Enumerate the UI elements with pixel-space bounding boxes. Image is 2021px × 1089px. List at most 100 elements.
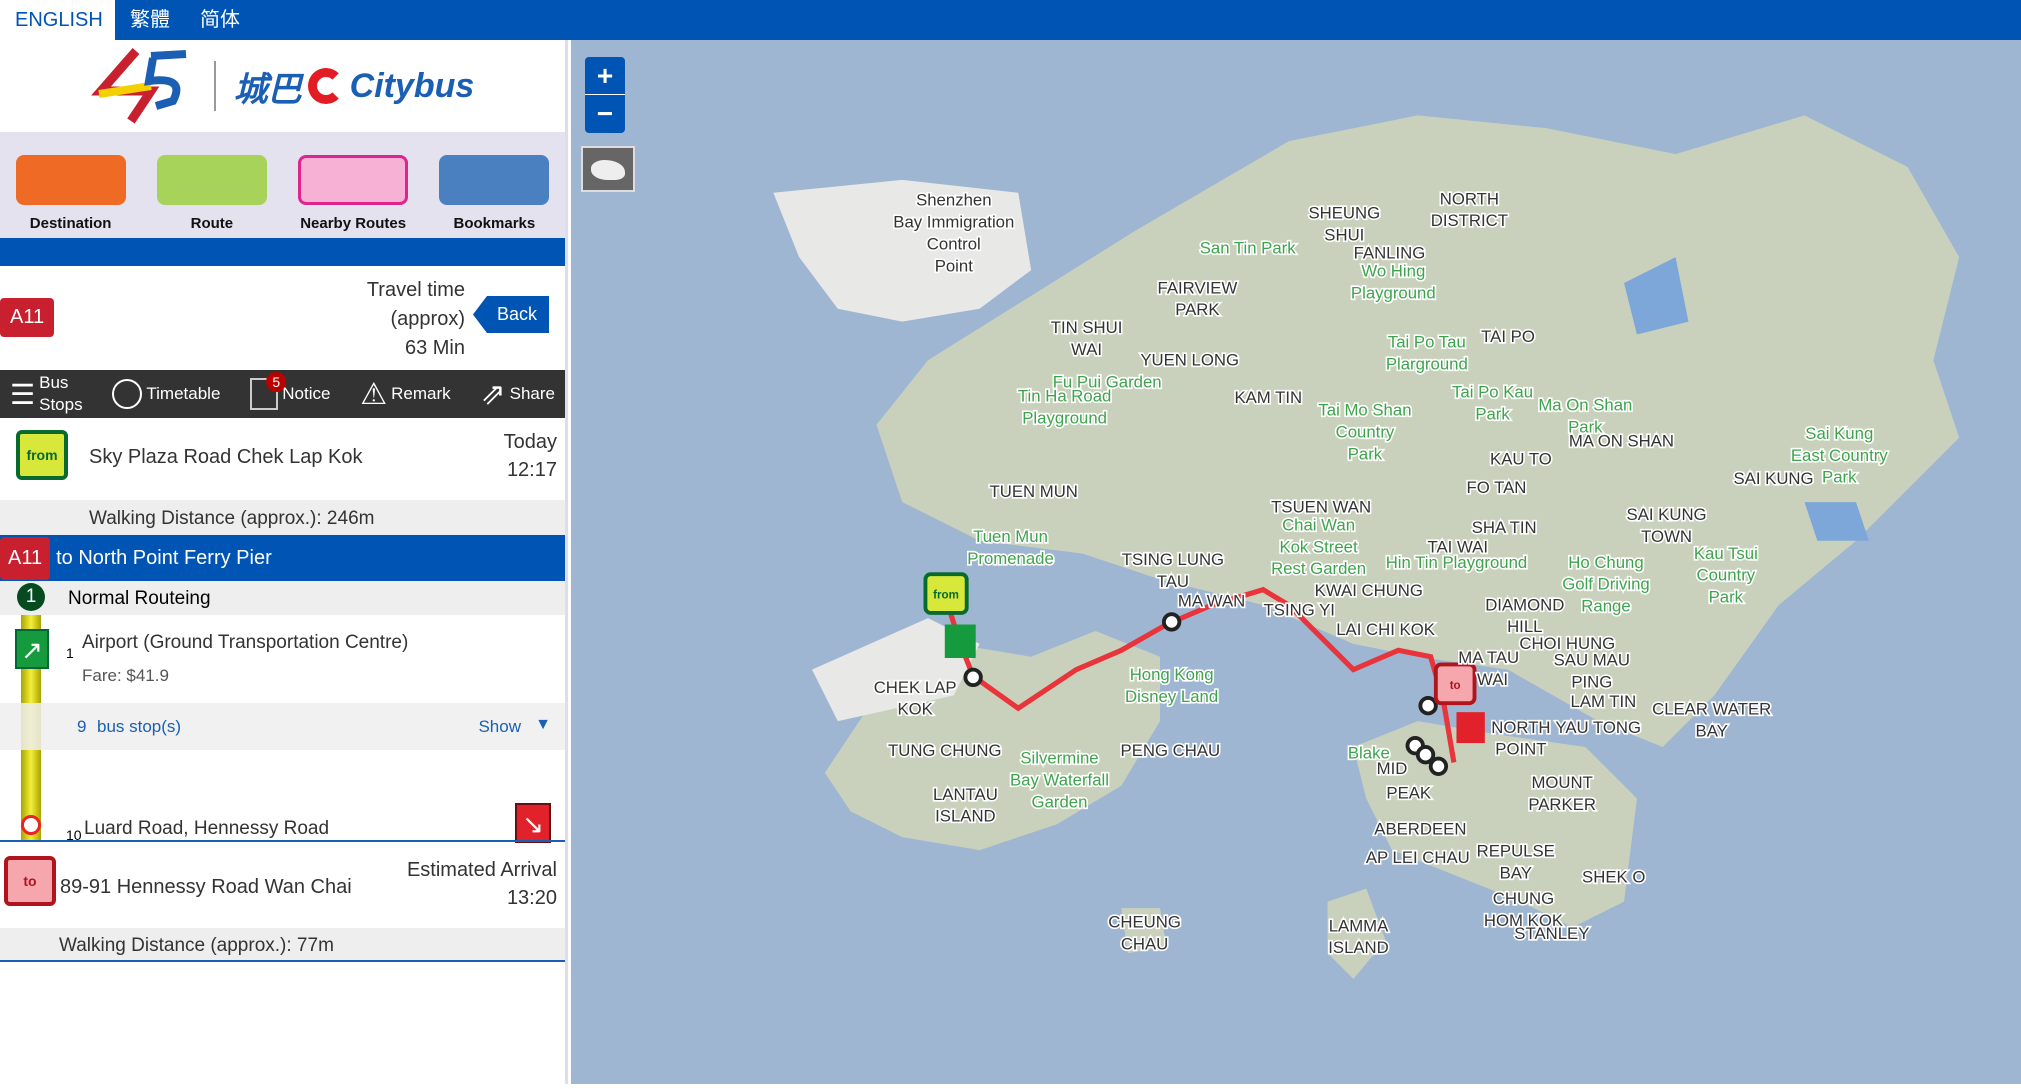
origin-row: from Sky Plaza Road Chek Lap Kok Today 12…	[0, 418, 565, 500]
travel-summary: A11 Travel time (approx) 63 Min Back	[0, 266, 565, 370]
map-place-label: REPULSE	[1477, 842, 1555, 861]
back-button[interactable]: Back	[472, 296, 549, 333]
nav-route[interactable]: Route	[147, 155, 277, 232]
map-place-label: Point	[935, 256, 974, 275]
stop-marker[interactable]	[1418, 696, 1438, 716]
to-marker-icon: to	[4, 856, 56, 906]
map-place-label: LAI CHI KOK	[1336, 620, 1435, 639]
map-park-label: Tai Mo Shan	[1318, 401, 1411, 420]
map-overview-button[interactable]	[581, 146, 635, 192]
map-place-label: STANLEY	[1514, 924, 1589, 943]
map-park-label: Ho Chung	[1568, 553, 1643, 572]
map-park-label: Sai Kung	[1805, 424, 1873, 443]
map-park-label: Park	[1709, 588, 1744, 607]
nav-bookmarks[interactable]: Bookmarks	[429, 155, 559, 232]
map-park-label: Kau Tsui	[1694, 544, 1758, 563]
board-arrow-icon: ↗	[15, 629, 49, 669]
map-place-label: Control	[927, 234, 981, 253]
map-park-label: Playground	[1351, 283, 1436, 302]
map-park-label: Hin Tin Playground	[1386, 553, 1528, 572]
departure-time: Today 12:17	[504, 428, 557, 484]
map-place-label: MOUNT	[1531, 773, 1592, 792]
map-place-label: WAI	[1071, 340, 1102, 359]
origin-place: Sky Plaza Road Chek Lap Kok	[89, 446, 363, 468]
toolbar: ☰ Bus Stops Timetable 5 Notice ⚠ Remark ⇗ Sha…	[0, 370, 565, 418]
map-place-label: SAU MAU	[1554, 651, 1630, 670]
map-place-label: BAY	[1696, 722, 1728, 741]
map[interactable]: from to Shenzhen Bay Immigration Control Po…	[571, 40, 2021, 1084]
list-icon: ☰	[10, 378, 36, 410]
map-place-label: BAY	[1500, 863, 1532, 882]
share-button[interactable]: ⇗ Share	[480, 377, 555, 412]
map-park-label: Blake	[1348, 744, 1390, 763]
nav-nearby-routes[interactable]: Nearby Routes	[288, 155, 418, 232]
map-park-label: Silvermine	[1020, 749, 1098, 768]
notice-icon: 5	[250, 372, 287, 410]
stops-count-label: bus stop(s)	[97, 717, 182, 736]
origin-walking-distance: Walking Distance (approx.): 246m	[0, 500, 565, 535]
map-place-label: TUEN MUN	[990, 482, 1078, 501]
map-canvas[interactable]: from to Shenzhen Bay Immigration Control Po…	[571, 40, 2021, 1084]
map-place-label: SHA TIN	[1472, 518, 1537, 537]
map-park-label: Plarground	[1386, 354, 1468, 373]
stops-count: 9	[77, 717, 87, 736]
zoom-in-button[interactable]: +	[585, 57, 625, 95]
stop-marker[interactable]	[963, 667, 983, 688]
remark-label: Remark	[391, 384, 451, 403]
bus-stops-button[interactable]: ☰ Bus Stops	[10, 372, 83, 416]
map-park-label: Tai Po Tau	[1388, 332, 1466, 351]
map-place-label: DISTRICT	[1431, 211, 1508, 230]
chevron-down-icon[interactable]: ▼	[535, 716, 551, 734]
map-park-label: Park	[1475, 405, 1510, 424]
map-park-label: Promenade	[967, 549, 1054, 568]
lang-traditional-chinese[interactable]: 繁體	[115, 0, 185, 40]
map-place-label: PARKER	[1528, 795, 1596, 814]
map-park-label: Hong Kong	[1130, 665, 1214, 684]
lang-english[interactable]: ENGLISH	[0, 0, 115, 40]
map-place-label: FAIRVIEW	[1158, 278, 1238, 297]
collapsed-stops-row[interactable]: 9 bus stop(s) Show ▼	[0, 703, 565, 750]
map-place-label: SHEK O	[1582, 867, 1645, 886]
map-park-label: Playground	[1022, 408, 1107, 427]
bus-stops-label: Bus	[39, 373, 69, 392]
nav-label: Bookmarks	[453, 215, 536, 232]
lang-simplified-chinese[interactable]: 简体	[185, 0, 255, 40]
map-park-label: Chai Wan	[1282, 515, 1355, 534]
map-park-label: Disney Land	[1125, 687, 1218, 706]
destination-row: to 89-91 Hennessy Road Wan Chai Estimate…	[0, 840, 565, 928]
show-stops-button[interactable]: Show	[478, 717, 521, 737]
notice-button[interactable]: 5 Notice	[250, 372, 330, 410]
logo-divider	[213, 61, 216, 111]
map-park-label: Park	[1568, 417, 1603, 436]
map-place-label: YAU TONG	[1555, 718, 1641, 737]
travel-time-sub: (approx)	[390, 308, 465, 330]
citybus-logo-icon	[307, 68, 344, 104]
map-park-label: East Country	[1791, 446, 1888, 465]
nav-destination[interactable]: Destination	[6, 155, 136, 232]
share-label: Share	[509, 384, 555, 403]
map-place-label: Shenzhen	[916, 191, 991, 210]
brand-cn: 城巴	[233, 70, 302, 109]
stop-marker[interactable]	[1161, 612, 1182, 632]
routeing-row[interactable]: 1 Normal Routeing	[0, 581, 565, 615]
remark-button[interactable]: ⚠ Remark	[360, 377, 450, 412]
stop-marker[interactable]	[1428, 756, 1449, 776]
hong-kong-map-icon	[591, 160, 625, 180]
timetable-button[interactable]: Timetable	[112, 379, 220, 409]
stop-marker[interactable]	[1415, 745, 1436, 765]
zoom-out-button[interactable]: −	[585, 95, 625, 133]
map-place-label: PING	[1571, 673, 1612, 692]
map-place-label: NORTH	[1491, 718, 1550, 737]
brand-en: Citybus	[349, 66, 475, 105]
routeing-number: 1	[17, 583, 45, 611]
map-place-label: LAMMA	[1329, 916, 1389, 935]
map-place-label: SAI KUNG	[1734, 469, 1814, 488]
departure-time-value: 12:17	[506, 459, 557, 481]
main-nav: Destination Route Nearby Routes Bookmark…	[0, 132, 565, 238]
last-stop-name: Luard Road, Hennessy Road	[84, 818, 330, 839]
bookmarks-icon	[439, 155, 550, 205]
map-place-label: CHUNG	[1493, 889, 1554, 908]
language-bar: ENGLISH 繁體 简体	[0, 0, 2021, 40]
map-place-label: FANLING	[1354, 243, 1426, 262]
map-place-label: Bay Immigration	[893, 213, 1014, 232]
